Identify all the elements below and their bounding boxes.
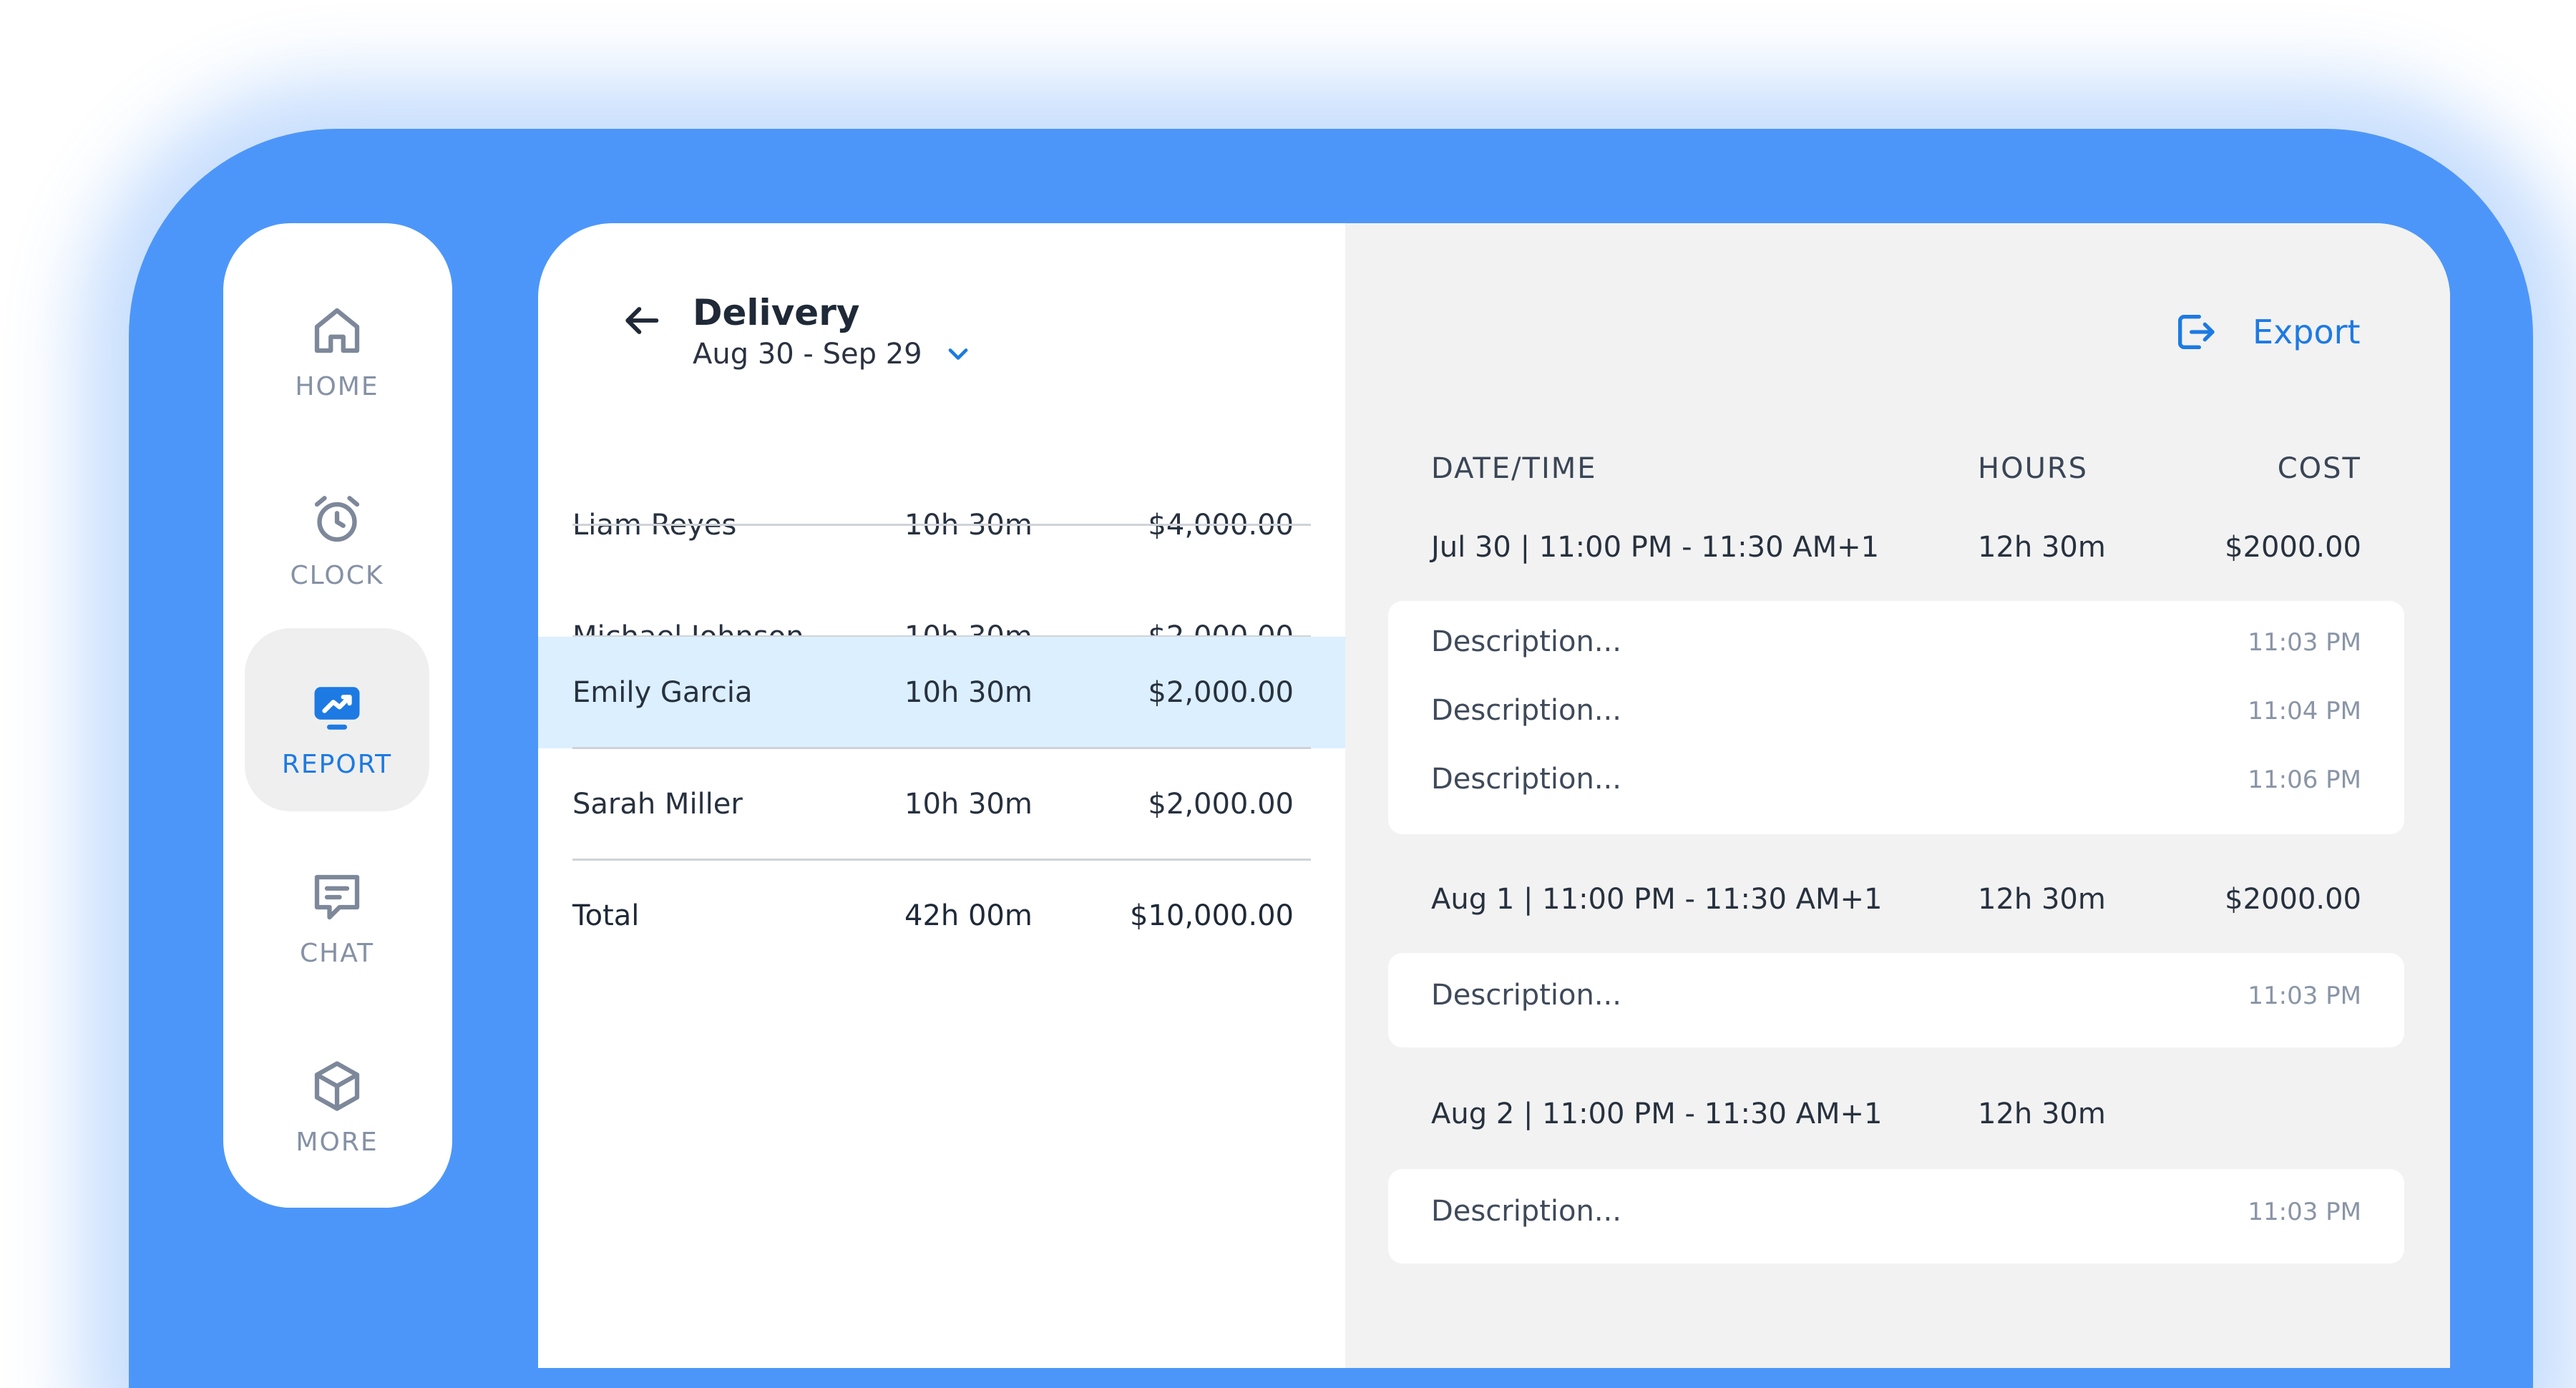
note-text: Description...	[1431, 1195, 1621, 1228]
nav-label-chat: CHAT	[299, 939, 375, 968]
total-hours: 42h 00m	[904, 899, 1033, 932]
nav-item-clock[interactable]: CLOCK	[245, 439, 429, 622]
report-icon	[314, 687, 360, 730]
home-icon	[314, 308, 360, 353]
chevron-down-icon	[948, 348, 967, 360]
column-header-datetime: DATE/TIME	[1431, 452, 1597, 485]
note-time: 11:03 PM	[2248, 1198, 2361, 1226]
note-time: 11:06 PM	[2248, 766, 2361, 794]
shift-row[interactable]: Jul 30 | 11:00 PM - 11:30 AM+1 12h 30m $…	[1431, 531, 2361, 574]
row-divider	[572, 524, 1311, 526]
total-cost: $10,000.00	[1129, 899, 1294, 932]
note-text: Description...	[1431, 979, 1621, 1012]
nav-label-clock: CLOCK	[290, 561, 384, 590]
note-item[interactable]: Description... 11:03 PM	[1431, 1195, 2361, 1235]
nav-label-report: REPORT	[281, 750, 393, 779]
nav-label-home: HOME	[295, 372, 379, 401]
nav-item-more[interactable]: MORE	[245, 1006, 429, 1189]
total-row: Total 42h 00m $10,000.00	[538, 860, 1345, 972]
note-text: Description...	[1431, 694, 1621, 727]
staff-name: Sarah Miller	[572, 788, 743, 821]
nav-label-more: MORE	[296, 1128, 379, 1157]
note-text: Description...	[1431, 763, 1621, 796]
shift-cost: $2000.00	[2225, 883, 2361, 916]
note-time: 11:03 PM	[2248, 628, 2361, 657]
column-header-hours: HOURS	[1978, 452, 2089, 485]
main-panel: Delivery Aug 30 - Sep 29 Liam Reyes 10h …	[538, 223, 2450, 1368]
export-button[interactable]: Export	[2172, 309, 2361, 355]
shift-hours: 12h 30m	[1978, 1098, 2106, 1130]
shift-row[interactable]: Aug 2 | 11:00 PM - 11:30 AM+1 12h 30m	[1431, 1098, 2361, 1140]
shift-notes-card: Description... 11:03 PM	[1388, 1169, 2404, 1264]
note-time: 11:04 PM	[2248, 697, 2361, 725]
note-item[interactable]: Description... 11:03 PM	[1431, 625, 2361, 665]
staff-row-selected[interactable]: Emily Garcia 10h 30m $2,000.00	[538, 637, 1345, 748]
shift-row[interactable]: Aug 1 | 11:00 PM - 11:30 AM+1 12h 30m $2…	[1431, 883, 2361, 926]
note-item[interactable]: Description... 11:03 PM	[1431, 979, 2361, 1019]
shift-notes-card: Description... 11:03 PM	[1388, 953, 2404, 1047]
date-range-label: Aug 30 - Sep 29	[693, 338, 922, 371]
shift-datetime: Jul 30 | 11:00 PM - 11:30 AM+1	[1431, 531, 1880, 564]
shift-datetime: Aug 1 | 11:00 PM - 11:30 AM+1	[1431, 883, 1883, 916]
alarm-clock-icon	[314, 496, 360, 542]
page-title: Delivery	[693, 292, 860, 333]
nav-item-home[interactable]: HOME	[245, 250, 429, 434]
nav-item-chat[interactable]: CHAT	[245, 817, 429, 1000]
shift-cost: $2000.00	[2225, 531, 2361, 564]
note-item[interactable]: Description... 11:06 PM	[1431, 763, 2361, 803]
arrow-left-icon	[625, 307, 659, 334]
note-item[interactable]: Description... 11:04 PM	[1431, 694, 2361, 734]
total-label: Total	[572, 899, 640, 932]
cube-icon	[314, 1061, 360, 1111]
staff-row[interactable]: Sarah Miller 10h 30m $2,000.00	[538, 748, 1345, 860]
shift-datetime: Aug 2 | 11:00 PM - 11:30 AM+1	[1431, 1098, 1883, 1130]
staff-cost: $2,000.00	[1148, 676, 1294, 709]
column-header-cost: COST	[2277, 452, 2361, 485]
export-icon	[2178, 315, 2215, 349]
staff-cost: $2,000.00	[1148, 788, 1294, 821]
chat-icon	[314, 874, 360, 920]
staff-hours: 10h 30m	[904, 788, 1033, 821]
back-button[interactable]	[615, 295, 667, 346]
shift-hours: 12h 30m	[1978, 531, 2106, 564]
sidebar-nav: HOME CLOCK REPORT CHAT MORE	[223, 223, 452, 1208]
date-range-selector[interactable]: Aug 30 - Sep 29	[693, 338, 974, 371]
shift-hours: 12h 30m	[1978, 883, 2106, 916]
shift-notes-card: Description... 11:03 PM Description... 1…	[1388, 601, 2404, 834]
note-time: 11:03 PM	[2248, 982, 2361, 1010]
staff-name: Emily Garcia	[572, 676, 753, 709]
export-label: Export	[2253, 313, 2361, 351]
nav-item-report[interactable]: REPORT	[245, 628, 429, 811]
staff-hours: 10h 30m	[904, 676, 1033, 709]
note-text: Description...	[1431, 625, 1621, 658]
